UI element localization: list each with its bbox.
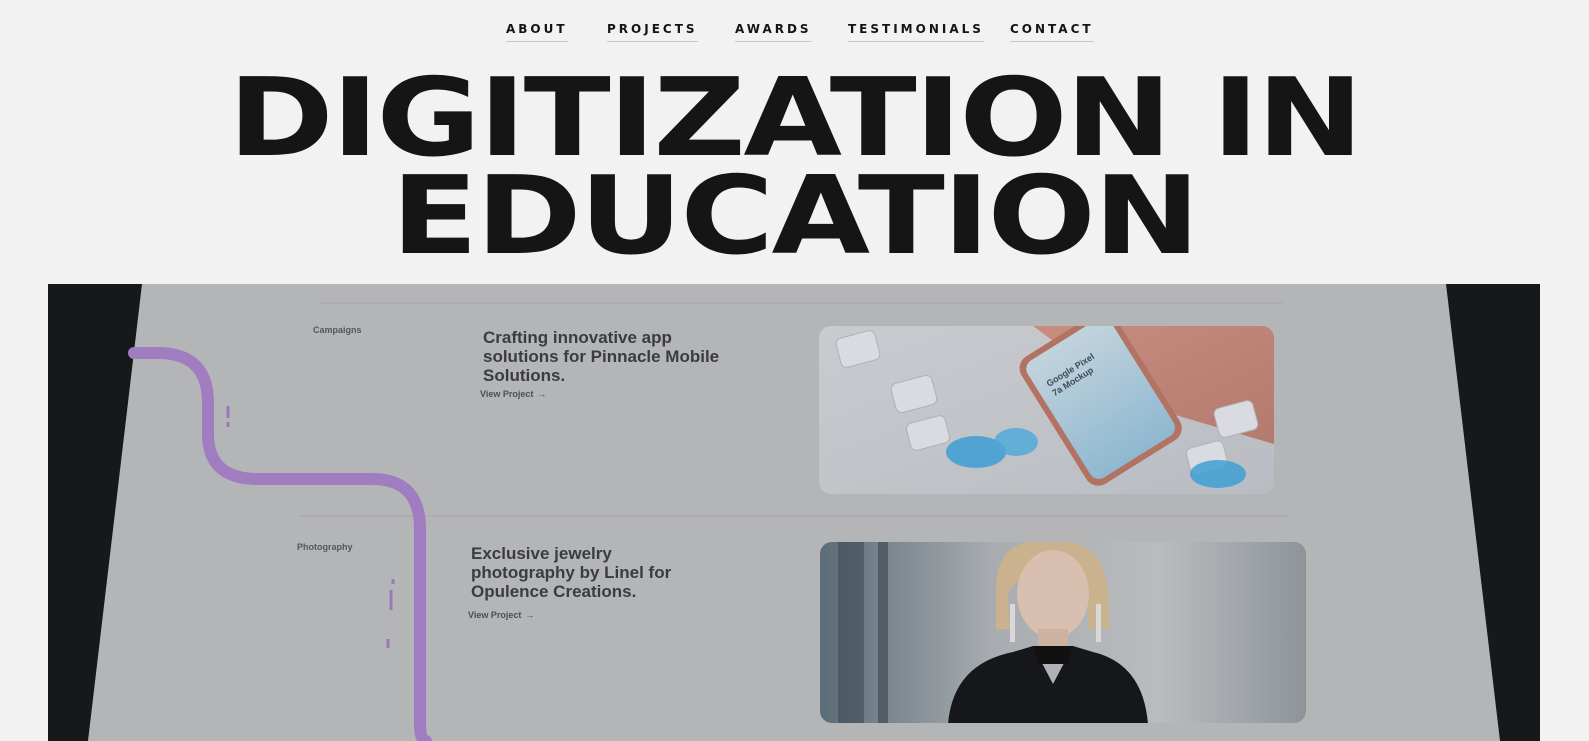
project-1-view-link[interactable]: View Project → xyxy=(480,389,546,399)
nav-about[interactable]: ABOUT xyxy=(506,22,568,42)
project-1-category: Campaigns xyxy=(313,325,362,335)
jewelry-model-photo xyxy=(820,542,1306,723)
project-2-title-line-1: Exclusive jewelry xyxy=(471,544,612,563)
project-1-title: Crafting innovative app solutions for Pi… xyxy=(483,328,783,385)
project-2-view-label: View Project xyxy=(468,610,522,620)
arrow-down-right-icon: → xyxy=(537,389,547,399)
project-2-category: Photography xyxy=(297,542,353,552)
project-1-title-line-2: solutions for Pinnacle Mobile xyxy=(483,347,720,366)
project-2-title-line-2: photography by Linel for xyxy=(471,563,672,582)
hero-title-line-2: EDUCATION xyxy=(391,154,1200,279)
project-2-title-line-3: Opulence Creations. xyxy=(471,582,637,601)
tilted-screen: Google Pixel 7a Mockup xyxy=(88,284,1500,741)
top-nav: ABOUT PROJECTS AWARDS TESTIMONIALS CONTA… xyxy=(0,22,1589,46)
project-2-title: Exclusive jewelry photography by Linel f… xyxy=(471,544,771,601)
showcase-frame: Google Pixel 7a Mockup Campaigns Craftin… xyxy=(48,284,1540,741)
phone-mockup-image: Google Pixel 7a Mockup xyxy=(819,326,1274,494)
project-1-title-line-3: Solutions. xyxy=(483,366,566,385)
arrow-down-right-icon: → xyxy=(525,610,535,620)
project-2-view-link[interactable]: View Project → xyxy=(468,610,534,620)
nav-testimonials[interactable]: TESTIMONIALS xyxy=(848,22,984,42)
nav-awards[interactable]: AWARDS xyxy=(735,22,812,42)
hero-title: DIGITIZATION IN EDUCATION xyxy=(0,65,1589,279)
nav-contact[interactable]: CONTACT xyxy=(1010,22,1094,42)
project-1-title-line-1: Crafting innovative app xyxy=(483,328,672,347)
project-1-view-label: View Project xyxy=(480,389,534,399)
nav-projects[interactable]: PROJECTS xyxy=(607,22,698,42)
